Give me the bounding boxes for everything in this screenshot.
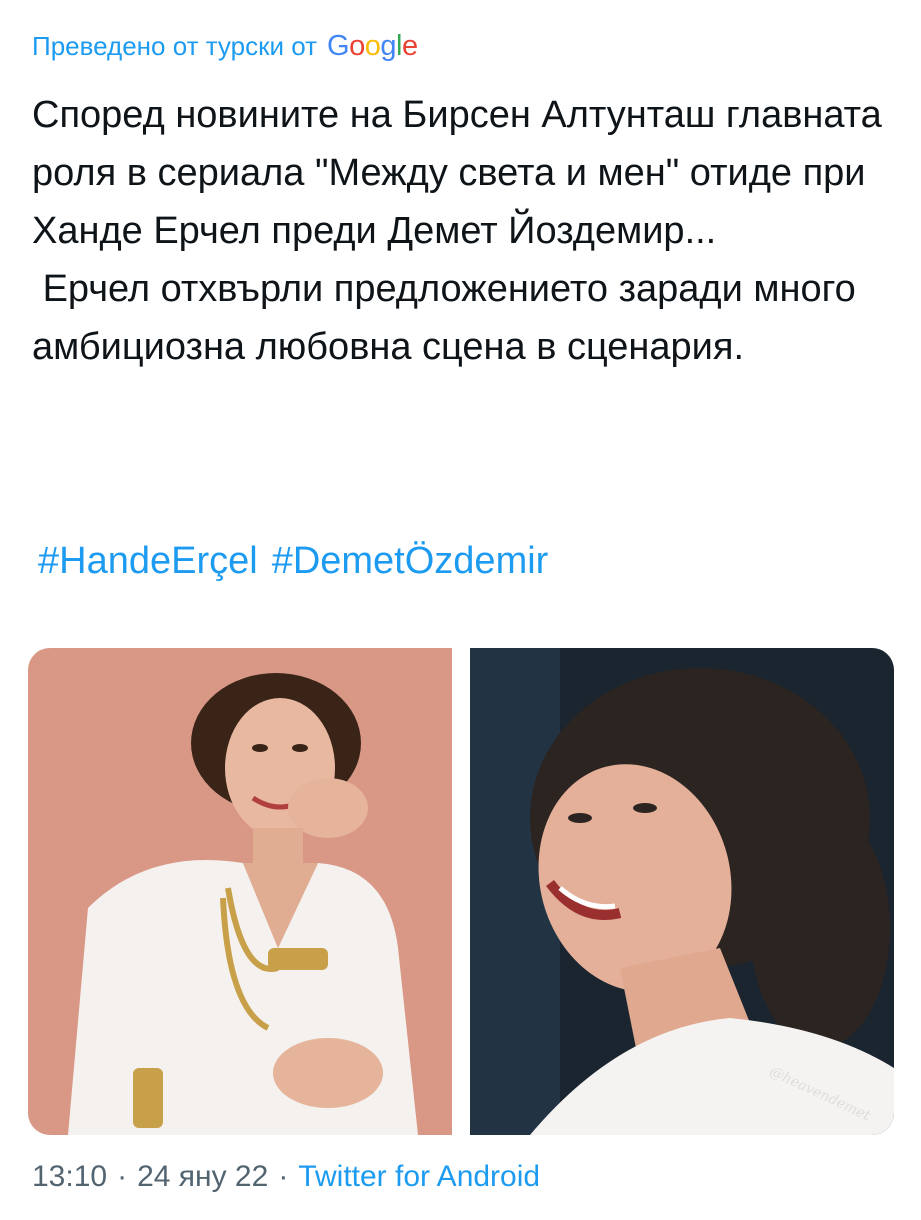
hashtag-hande-ercel[interactable]: #HandeErçel xyxy=(38,532,258,590)
photo-2[interactable]: @heavendemet xyxy=(470,648,894,1135)
tweet-date[interactable]: 24 яну 22 xyxy=(137,1160,268,1194)
meta-separator: · xyxy=(117,1160,128,1193)
photo-1[interactable] xyxy=(28,648,452,1135)
translation-label[interactable]: Преведено от турски от xyxy=(32,31,317,62)
photo-1-image xyxy=(28,648,452,1135)
hashtag-demet-ozdemir[interactable]: #DemetÖzdemir xyxy=(272,532,549,590)
tweet-text: Според новините на Бирсен Алтунташ главн… xyxy=(32,94,882,368)
translation-notice[interactable]: Преведено от турски от Google xyxy=(32,26,418,66)
google-logo: Google xyxy=(327,29,418,62)
media-grid: @heavendemet xyxy=(28,648,894,1135)
hashtag-row: #HandeErçel #DemetÖzdemir xyxy=(38,532,548,590)
tweet-meta: 13:10 · 24 яну 22 · Twitter for Android xyxy=(32,1160,540,1194)
tweet-time[interactable]: 13:10 xyxy=(32,1160,107,1194)
meta-separator: · xyxy=(278,1160,289,1193)
photo-2-image: @heavendemet xyxy=(470,648,894,1135)
tweet-source-link[interactable]: Twitter for Android xyxy=(298,1160,540,1194)
